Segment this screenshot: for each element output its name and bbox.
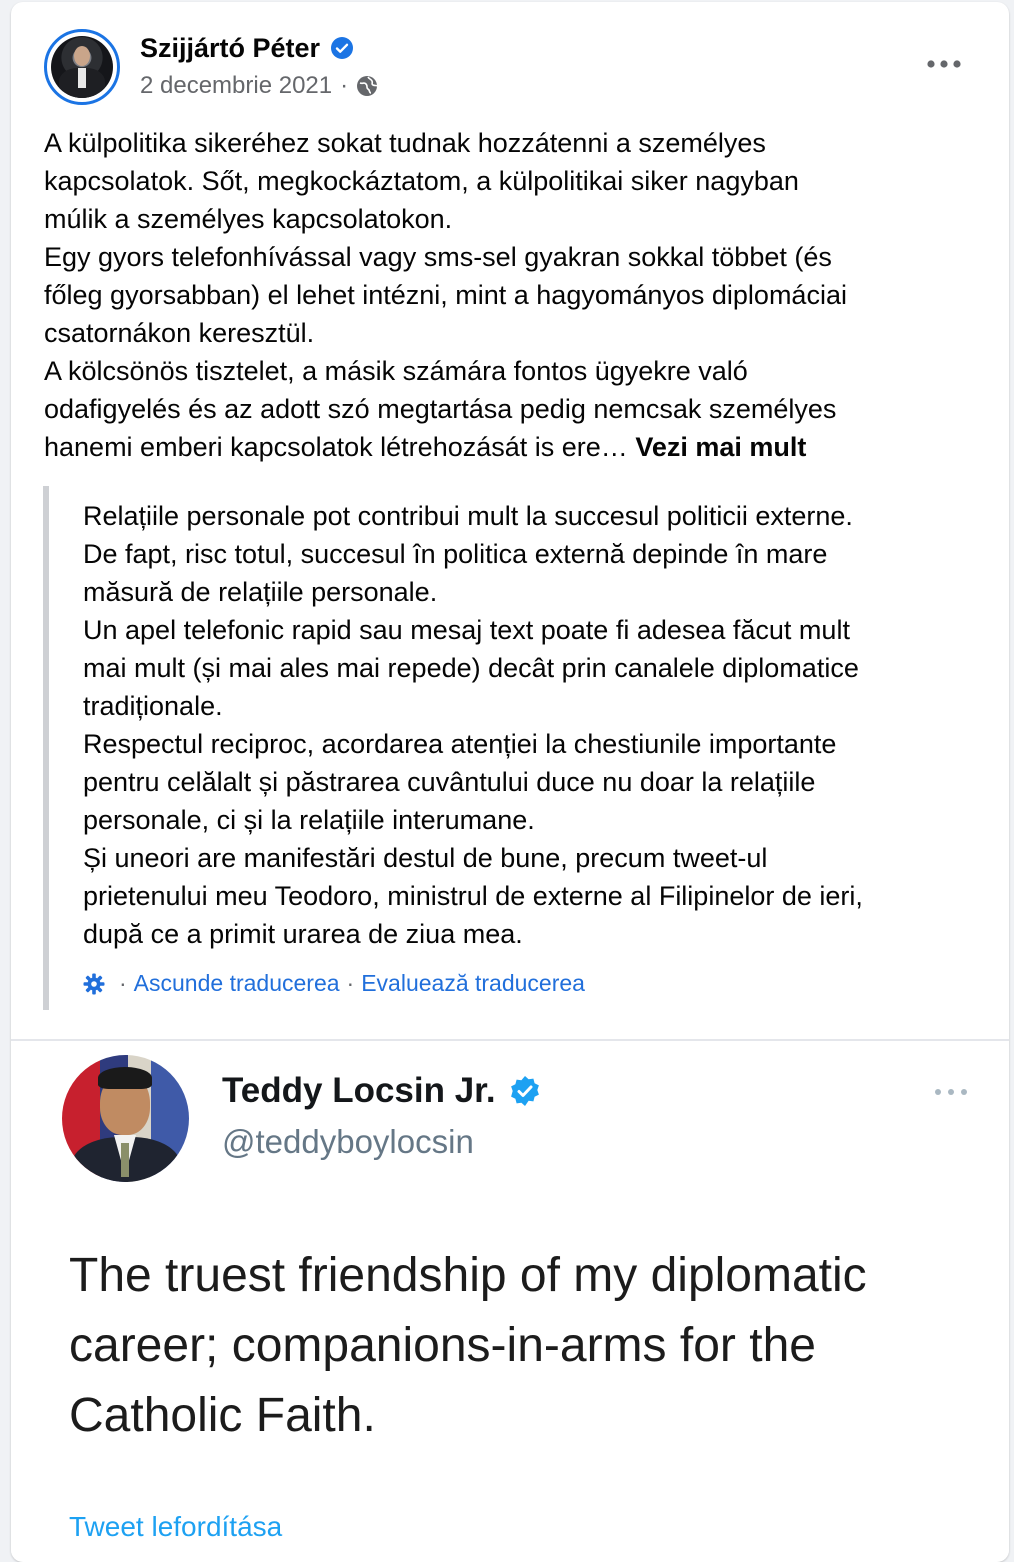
rate-translation-link[interactable]: Evaluează traducerea [361, 970, 585, 997]
translation-line: Un apel telefonic rapid sau mesaj text p… [83, 615, 850, 645]
post-meta: 2 decembrie 2021 · [140, 70, 378, 102]
post-header: Szijjártó Péter 2 decembrie 2021 · [11, 2, 1009, 112]
more-horizontal-icon [927, 60, 961, 68]
gear-icon[interactable] [82, 972, 106, 996]
tweet-body-line: The truest friendship of my diplomatic [69, 1249, 867, 1302]
tweet-author-avatar [62, 1055, 189, 1182]
tweet-more-icon [929, 1077, 973, 1107]
hide-translation-link[interactable]: Ascunde traducerea [134, 970, 340, 997]
verified-badge-icon [508, 1074, 542, 1108]
translation-text: Relațiile personale pot contribui mult l… [83, 497, 983, 953]
author-avatar-image [51, 36, 113, 98]
post-body-last-line: hanemi emberi kapcsolatok létrehozását i… [44, 428, 974, 466]
translation-block: Relațiile personale pot contribui mult l… [43, 486, 989, 1010]
meta-separator: · [340, 72, 349, 99]
translation-line: De fapt, risc totul, succesul în politic… [83, 539, 828, 569]
post-body-line: kapcsolatok. Sőt, megkockáztatom, a külp… [44, 166, 799, 196]
author-name[interactable]: Szijjártó Péter [140, 33, 320, 64]
tweet-body-line: career; companions-in-arms for the [69, 1319, 816, 1372]
post-body-line: hanemi emberi kapcsolatok létrehozását i… [44, 432, 628, 462]
tweet-author-handle: @teddyboylocsin [222, 1123, 474, 1160]
tweet-body: The truest friendship of my diplomatic c… [69, 1241, 999, 1451]
footer-separator: · [119, 970, 127, 996]
translation-footer: · Ascunde traducerea · Evaluează traduce… [82, 970, 585, 997]
footer-separator: · [346, 970, 355, 996]
translation-line: pentru celălalt și păstrarea cuvântului … [83, 767, 816, 797]
tweet-author-name: Teddy Locsin Jr. [222, 1071, 496, 1110]
post-body-line: csatornákon keresztül. [44, 318, 315, 348]
post-body-line: odafigyelés és az adott szó megtartása p… [44, 394, 837, 424]
post-body: A külpolitika sikeréhez sokat tudnak hoz… [44, 124, 974, 466]
post-body-line: főleg gyorsabban) el lehet intézni, mint… [44, 280, 847, 310]
post-body-line: múlik a személyes kapcsolatokon. [44, 204, 453, 234]
post-more-button[interactable] [916, 44, 972, 84]
translation-line: mai mult (și mai ales mai repede) decât … [83, 653, 859, 683]
post-body-line: Egy gyors telefonhívással vagy sms-sel g… [44, 242, 832, 272]
translation-line: tradiționale. [83, 691, 223, 721]
translation-line: personale, ci și la relațiile interumane… [83, 805, 535, 835]
author-line: Szijjártó Péter [140, 28, 354, 68]
tweet-name-line: Teddy Locsin Jr. [222, 1071, 542, 1111]
tweet-body-line: Catholic Faith. [69, 1389, 376, 1442]
see-more-link[interactable]: Vezi mai mult [635, 432, 806, 462]
post-body-line: A kölcsönös tisztelet, a másik számára f… [44, 356, 748, 386]
tweet-translate-label: Tweet lefordítása [69, 1511, 283, 1542]
translation-line: prietenului meu Teodoro, ministrul de ex… [83, 881, 863, 911]
tweet-screenshot[interactable]: Teddy Locsin Jr. @teddyboylocsin The tru… [11, 1041, 1009, 1561]
translation-line: Relațiile personale pot contribui mult l… [83, 501, 853, 531]
verified-badge-icon [330, 36, 354, 60]
author-avatar[interactable] [44, 29, 120, 105]
translation-line: Respectul reciproc, acordarea atenției l… [83, 729, 837, 759]
post-date[interactable]: 2 decembrie 2021 [140, 72, 332, 100]
translation-line: măsură de relațiile personale. [83, 577, 438, 607]
translation-line: după ce a primit urarea de ziua mea. [83, 919, 523, 949]
globe-icon[interactable] [356, 75, 378, 97]
translation-line: Și uneori are manifestări destul de bune… [83, 843, 768, 873]
post-body-line: A külpolitika sikeréhez sokat tudnak hoz… [44, 128, 766, 158]
post-card: Szijjártó Péter 2 decembrie 2021 · A kül… [11, 2, 1009, 1562]
